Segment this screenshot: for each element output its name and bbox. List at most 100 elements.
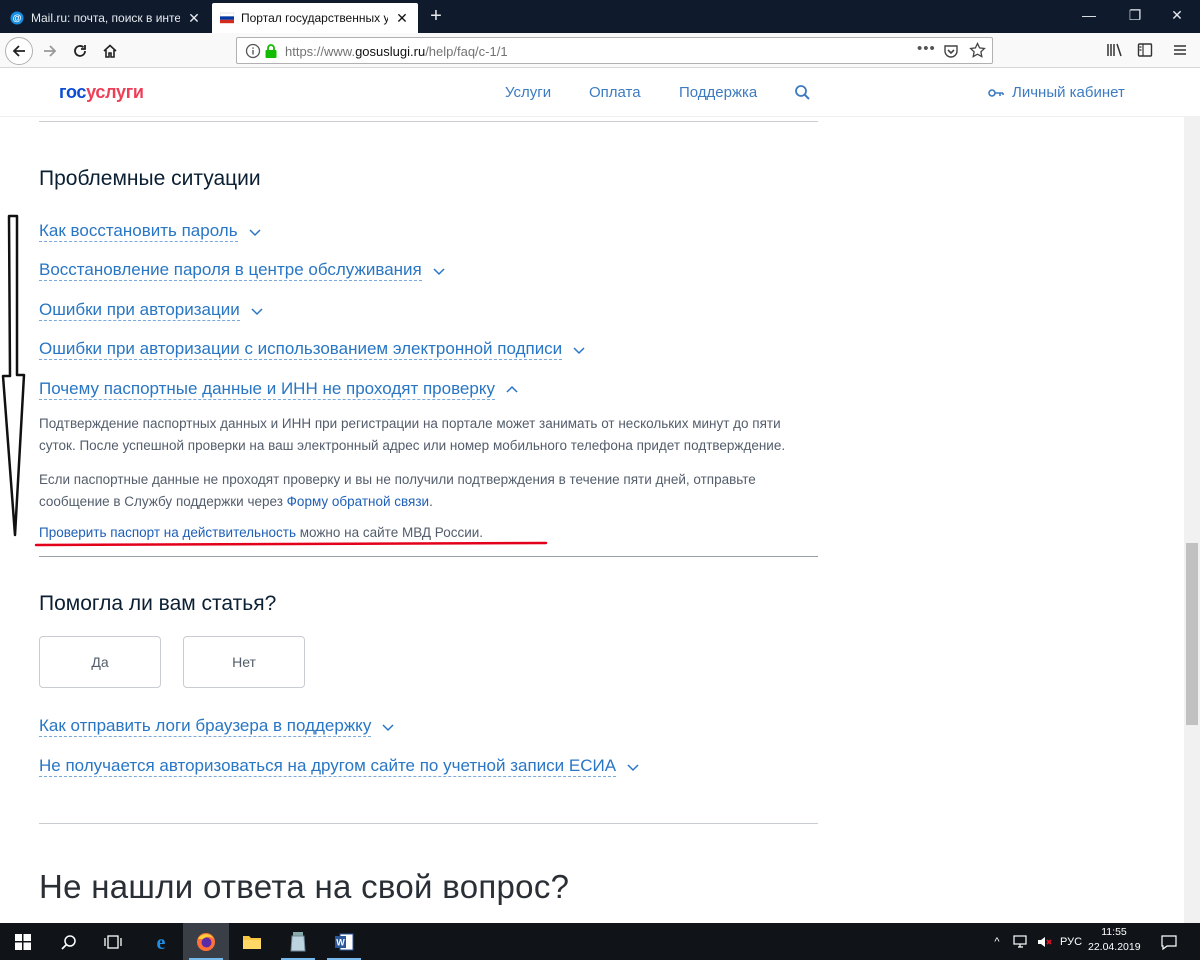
search-icon [61, 934, 76, 950]
back-button[interactable] [5, 37, 33, 65]
minimize-window-icon[interactable]: — [1066, 0, 1112, 30]
answer-paragraph-2: Если паспортные данные не проходят прове… [39, 469, 809, 513]
pocket-icon[interactable] [943, 43, 959, 59]
task-view-icon [104, 934, 122, 949]
faq-item-restore-password[interactable]: Как восстановить пароль [39, 221, 262, 242]
page-actions-icon[interactable]: ••• [917, 40, 936, 57]
page-scrollbar[interactable] [1184, 117, 1200, 923]
gosuslugi-logo[interactable]: госуслуги [59, 82, 144, 103]
key-icon [988, 89, 1004, 97]
feedback-form-link[interactable]: Форму обратной связи [287, 494, 429, 509]
bookmark-star-icon[interactable] [969, 42, 986, 59]
no-button[interactable]: Нет [183, 636, 305, 688]
tab-title: Mail.ru: почта, поиск в интерн [31, 11, 180, 25]
not-found-heading: Не нашли ответа на свой вопрос? [39, 868, 570, 905]
tab-gosuslugi[interactable]: Портал государственных услу ✕ [212, 3, 418, 33]
faq-label: Ошибки при авторизации [39, 300, 240, 321]
arrow-right-icon [44, 45, 57, 57]
windows-taskbar: e W ^ РУС 11:55 22.04.2019 [0, 923, 1200, 960]
faq-item-auth-errors-esign[interactable]: Ошибки при авторизации с использованием … [39, 339, 586, 360]
faq-item-passport-check[interactable]: Почему паспортные данные и ИНН не проход… [39, 379, 519, 400]
reload-button[interactable] [66, 37, 94, 65]
clock[interactable]: 11:55 22.04.2019 [1088, 925, 1141, 955]
svg-text:W: W [336, 937, 345, 947]
action-center-icon[interactable] [1156, 923, 1182, 960]
red-underline-annotation [34, 541, 548, 547]
check-passport-link[interactable]: Проверить паспорт на действительность [39, 525, 296, 540]
close-tab-icon[interactable]: ✕ [186, 10, 202, 27]
personal-account-link[interactable]: Личный кабинет [1012, 84, 1125, 101]
nav-payment[interactable]: Оплата [589, 84, 641, 101]
russian-flag-favicon-icon [220, 12, 234, 24]
url-bar[interactable]: https://www.gosuslugi.ru/help/faq/c-1/1 … [236, 37, 993, 64]
logo-part-gos: гос [59, 82, 87, 102]
new-tab-button[interactable]: + [424, 4, 448, 28]
url-text[interactable]: https://www.gosuslugi.ru/help/faq/c-1/1 [285, 44, 508, 59]
file-explorer-taskbar-button[interactable] [229, 923, 275, 960]
word-taskbar-button[interactable]: W [321, 923, 367, 960]
word-icon: W [335, 933, 354, 950]
tab-mail-ru[interactable]: @ Mail.ru: почта, поиск в интерн ✕ [2, 3, 210, 33]
tray-chevron-up-icon[interactable]: ^ [988, 923, 1006, 960]
related-esia-auth[interactable]: Не получается авторизоваться на другом с… [39, 756, 640, 777]
home-icon [103, 44, 117, 58]
menu-icon[interactable] [1172, 42, 1188, 58]
answer-text: . [429, 494, 433, 509]
answer-paragraph-3: Проверить паспорт на действительность мо… [39, 525, 483, 540]
speaker-muted-icon [1038, 936, 1052, 947]
faq-item-auth-errors[interactable]: Ошибки при авторизации [39, 300, 264, 321]
related-send-browser-logs[interactable]: Как отправить логи браузера в поддержку [39, 716, 395, 737]
firefox-taskbar-button[interactable] [183, 923, 229, 960]
answer-paragraph-1: Подтверждение паспортных данных и ИНН пр… [39, 416, 786, 453]
svg-text:@: @ [13, 13, 22, 23]
faq-label: Восстановление пароля в центре обслужива… [39, 260, 422, 281]
close-tab-icon[interactable]: ✕ [394, 10, 410, 27]
arrow-down-annotation-icon [1, 214, 26, 537]
url-path: /help/faq/c-1/1 [425, 44, 508, 59]
nav-services[interactable]: Услуги [505, 84, 551, 101]
browser-tab-bar: @ Mail.ru: почта, поиск в интерн ✕ Порта… [0, 0, 1200, 33]
search-icon[interactable] [794, 84, 811, 101]
edge-taskbar-button[interactable]: e [138, 923, 184, 960]
helpful-title: Помогла ли вам статья? [39, 592, 277, 615]
network-icon[interactable] [1010, 923, 1032, 960]
windows-logo-icon [15, 933, 31, 950]
yes-button[interactable]: Да [39, 636, 161, 688]
chevron-up-icon [506, 385, 518, 393]
arrow-left-icon [12, 45, 25, 57]
faq-label: Не получается авторизоваться на другом с… [39, 756, 617, 777]
edge-icon: e [157, 932, 166, 952]
task-view-button[interactable] [90, 923, 136, 960]
network-monitor-icon [1013, 934, 1027, 948]
language-indicator[interactable]: РУС [1056, 923, 1086, 960]
close-window-icon[interactable]: ✕ [1154, 0, 1200, 30]
restore-window-icon[interactable]: ❐ [1112, 0, 1158, 30]
url-prefix: https://www. [285, 44, 356, 59]
sidebar-icon[interactable] [1137, 42, 1153, 58]
divider [39, 121, 818, 122]
search-button[interactable] [46, 923, 92, 960]
app-taskbar-button[interactable] [275, 923, 321, 960]
info-icon[interactable] [245, 43, 261, 59]
start-button[interactable] [0, 923, 46, 960]
faq-item-restore-password-center[interactable]: Восстановление пароля в центре обслужива… [39, 260, 446, 281]
site-header: госуслуги Услуги Оплата Поддержка Личный… [0, 69, 1200, 117]
logo-part-uslugi: услуги [86, 82, 144, 102]
scrollbar-thumb[interactable] [1186, 543, 1198, 725]
answer-text: можно на сайте МВД России. [296, 525, 484, 540]
mail-ru-favicon-icon: @ [10, 11, 24, 25]
clock-time: 11:55 [1101, 926, 1127, 938]
chevron-down-icon [573, 346, 585, 354]
volume-muted-icon[interactable] [1034, 923, 1056, 960]
nav-support[interactable]: Поддержка [679, 84, 757, 101]
faq-label: Почему паспортные данные и ИНН не проход… [39, 379, 495, 400]
home-button[interactable] [96, 37, 124, 65]
lock-icon[interactable] [264, 43, 278, 59]
forward-button[interactable] [36, 37, 64, 65]
notification-icon [1161, 934, 1177, 950]
library-icon[interactable] [1106, 42, 1124, 58]
faq-label: Как отправить логи браузера в поддержку [39, 716, 372, 737]
url-host: gosuslugi.ru [355, 44, 426, 59]
faq-label: Ошибки при авторизации с использованием … [39, 339, 563, 360]
reload-icon [74, 45, 86, 57]
